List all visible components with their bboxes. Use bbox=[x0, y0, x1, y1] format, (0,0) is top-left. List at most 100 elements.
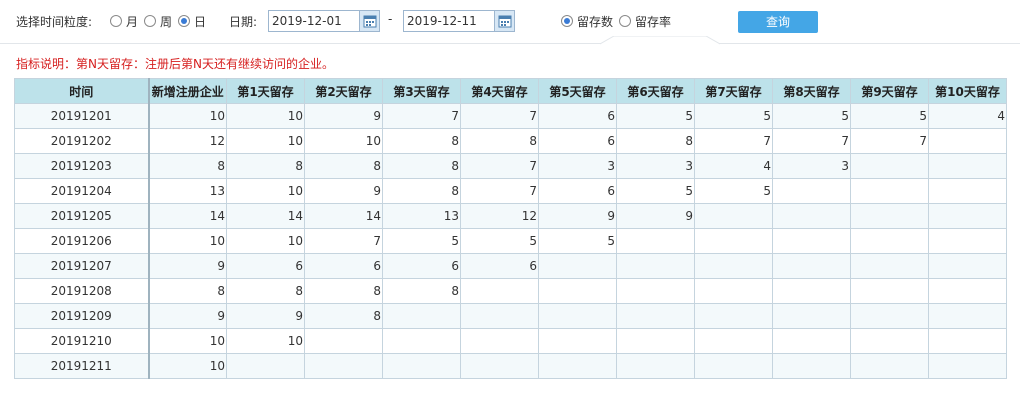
value-cell: 12 bbox=[460, 203, 539, 229]
value-cell bbox=[694, 228, 773, 254]
value-cell: 5 bbox=[382, 228, 461, 254]
radio-unchecked-icon[interactable] bbox=[144, 15, 157, 27]
value-cell bbox=[928, 178, 1007, 204]
table-row: 20191204 13 10 9 8 7 6 5 5 bbox=[14, 178, 1007, 204]
column-header: 第4天留存 bbox=[460, 78, 539, 104]
value-cell bbox=[616, 278, 695, 304]
column-header: 第9天留存 bbox=[850, 78, 929, 104]
value-cell: 8 bbox=[304, 303, 383, 329]
value-cell: 5 bbox=[694, 178, 773, 204]
filter-bar: 选择时间粒度: 月 周 日 日期: - bbox=[0, 0, 1020, 45]
value-cell: 6 bbox=[460, 253, 539, 279]
metric-option-count[interactable]: 留存数 bbox=[561, 13, 613, 30]
value-cell bbox=[694, 253, 773, 279]
metric-description-note: 指标说明：第N天留存：注册后第N天还有继续访问的企业。 bbox=[16, 57, 334, 71]
calendar-icon[interactable] bbox=[494, 11, 514, 31]
time-cell: 20191211 bbox=[14, 353, 150, 379]
table-row: 20191210 10 10 bbox=[14, 328, 1007, 354]
time-cell: 20191202 bbox=[14, 128, 150, 154]
value-cell: 6 bbox=[538, 103, 617, 129]
value-cell: 8 bbox=[382, 128, 461, 154]
value-cell: 3 bbox=[772, 153, 851, 179]
value-cell: 8 bbox=[148, 278, 227, 304]
granularity-option-month[interactable]: 月 bbox=[110, 13, 138, 30]
value-cell bbox=[694, 203, 773, 229]
end-date-input[interactable] bbox=[404, 11, 494, 31]
date-range-separator: - bbox=[388, 12, 393, 26]
value-cell bbox=[538, 303, 617, 329]
time-cell: 20191208 bbox=[14, 278, 150, 304]
value-cell: 9 bbox=[304, 178, 383, 204]
start-date-input[interactable] bbox=[269, 11, 359, 31]
value-cell bbox=[694, 303, 773, 329]
value-cell: 4 bbox=[694, 153, 773, 179]
value-cell: 5 bbox=[772, 103, 851, 129]
value-cell: 10 bbox=[148, 103, 227, 129]
value-cell: 7 bbox=[460, 103, 539, 129]
table-row: 20191209 9 9 8 bbox=[14, 303, 1007, 329]
radio-checked-icon[interactable] bbox=[178, 15, 191, 27]
value-cell bbox=[694, 278, 773, 304]
value-cell bbox=[928, 253, 1007, 279]
value-cell bbox=[928, 353, 1007, 379]
granularity-option-week[interactable]: 周 bbox=[144, 13, 172, 30]
granularity-option-week-label: 周 bbox=[160, 14, 173, 29]
value-cell: 6 bbox=[538, 128, 617, 154]
metric-option-rate-label: 留存率 bbox=[635, 14, 672, 29]
value-cell bbox=[772, 178, 851, 204]
column-header: 新增注册企业 bbox=[148, 78, 227, 104]
value-cell: 3 bbox=[616, 153, 695, 179]
column-header: 第5天留存 bbox=[538, 78, 617, 104]
value-cell bbox=[772, 353, 851, 379]
column-header: 第10天留存 bbox=[928, 78, 1007, 104]
value-cell: 10 bbox=[148, 353, 227, 379]
value-cell: 9 bbox=[616, 203, 695, 229]
value-cell bbox=[616, 353, 695, 379]
time-cell: 20191201 bbox=[14, 103, 150, 129]
metric-radio-group: 留存数 留存率 bbox=[561, 12, 677, 30]
granularity-option-day[interactable]: 日 bbox=[178, 13, 206, 30]
granularity-label: 选择时间粒度: bbox=[16, 15, 93, 29]
end-date-field[interactable] bbox=[403, 10, 515, 32]
value-cell: 9 bbox=[226, 303, 305, 329]
value-cell: 5 bbox=[616, 103, 695, 129]
value-cell: 10 bbox=[304, 128, 383, 154]
value-cell bbox=[772, 253, 851, 279]
granularity-radio-group: 月 周 日 bbox=[110, 12, 212, 30]
granularity-option-month-label: 月 bbox=[126, 14, 139, 29]
radio-checked-icon[interactable] bbox=[561, 15, 573, 27]
value-cell: 9 bbox=[148, 303, 227, 329]
value-cell bbox=[616, 328, 695, 354]
start-date-field[interactable] bbox=[268, 10, 380, 32]
time-cell: 20191209 bbox=[14, 303, 150, 329]
value-cell bbox=[382, 303, 461, 329]
retention-table: 时间 新增注册企业 第1天留存 第2天留存 第3天留存 第4天留存 第5天留存 第6天留存 第7… bbox=[14, 78, 1007, 379]
value-cell bbox=[850, 203, 929, 229]
value-cell: 10 bbox=[148, 228, 227, 254]
value-cell: 9 bbox=[538, 203, 617, 229]
value-cell: 6 bbox=[538, 178, 617, 204]
table-row: 20191203 8 8 8 8 7 3 3 4 3 bbox=[14, 153, 1007, 179]
value-cell bbox=[850, 303, 929, 329]
value-cell: 5 bbox=[850, 103, 929, 129]
column-header: 第3天留存 bbox=[382, 78, 461, 104]
value-cell: 8 bbox=[382, 278, 461, 304]
value-cell: 10 bbox=[226, 128, 305, 154]
table-row: 20191205 14 14 14 13 12 9 9 bbox=[14, 203, 1007, 229]
table-row: 20191208 8 8 8 8 bbox=[14, 278, 1007, 304]
value-cell bbox=[616, 303, 695, 329]
calendar-icon[interactable] bbox=[359, 11, 379, 31]
value-cell bbox=[460, 328, 539, 354]
value-cell bbox=[538, 253, 617, 279]
time-cell: 20191205 bbox=[14, 203, 150, 229]
metric-option-rate[interactable]: 留存率 bbox=[619, 13, 671, 30]
value-cell: 10 bbox=[148, 328, 227, 354]
radio-unchecked-icon[interactable] bbox=[619, 15, 632, 27]
query-button[interactable]: 查询 bbox=[738, 11, 818, 33]
value-cell bbox=[850, 278, 929, 304]
filter-divider bbox=[0, 43, 1020, 44]
time-cell: 20191204 bbox=[14, 178, 150, 204]
date-label: 日期: bbox=[229, 15, 258, 29]
radio-unchecked-icon[interactable] bbox=[110, 15, 122, 27]
value-cell bbox=[460, 278, 539, 304]
